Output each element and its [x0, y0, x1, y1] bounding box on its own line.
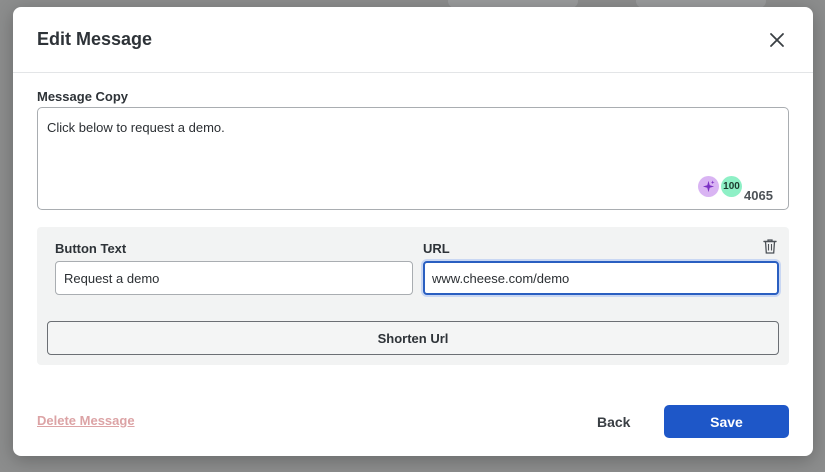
sparkle-icon — [702, 180, 715, 193]
edit-message-dialog: Edit Message Message Copy Click below to… — [13, 7, 813, 456]
character-count: 4065 — [744, 188, 773, 203]
button-text-label: Button Text — [55, 241, 127, 256]
trash-icon — [763, 239, 777, 254]
dialog-title: Edit Message — [37, 29, 153, 49]
close-icon — [770, 32, 784, 47]
shorten-url-button[interactable]: Shorten Url — [47, 321, 779, 355]
url-input[interactable] — [423, 261, 779, 295]
url-label: URL — [423, 241, 450, 256]
save-button[interactable]: Save — [664, 405, 789, 438]
delete-message-link[interactable]: Delete Message — [37, 413, 135, 428]
button-link-panel: Button Text URL Shorten Url — [37, 227, 789, 365]
message-copy-textarea[interactable]: Click below to request a demo. — [37, 107, 789, 210]
close-button[interactable] — [765, 28, 789, 52]
dialog-header: Edit Message — [13, 7, 813, 73]
delete-button-row[interactable] — [763, 238, 777, 254]
back-button[interactable]: Back — [597, 414, 630, 430]
message-copy-label: Message Copy — [37, 89, 129, 104]
ai-assist-button[interactable] — [698, 176, 719, 197]
score-badge: 100 — [721, 176, 742, 197]
button-text-input[interactable] — [55, 261, 413, 295]
